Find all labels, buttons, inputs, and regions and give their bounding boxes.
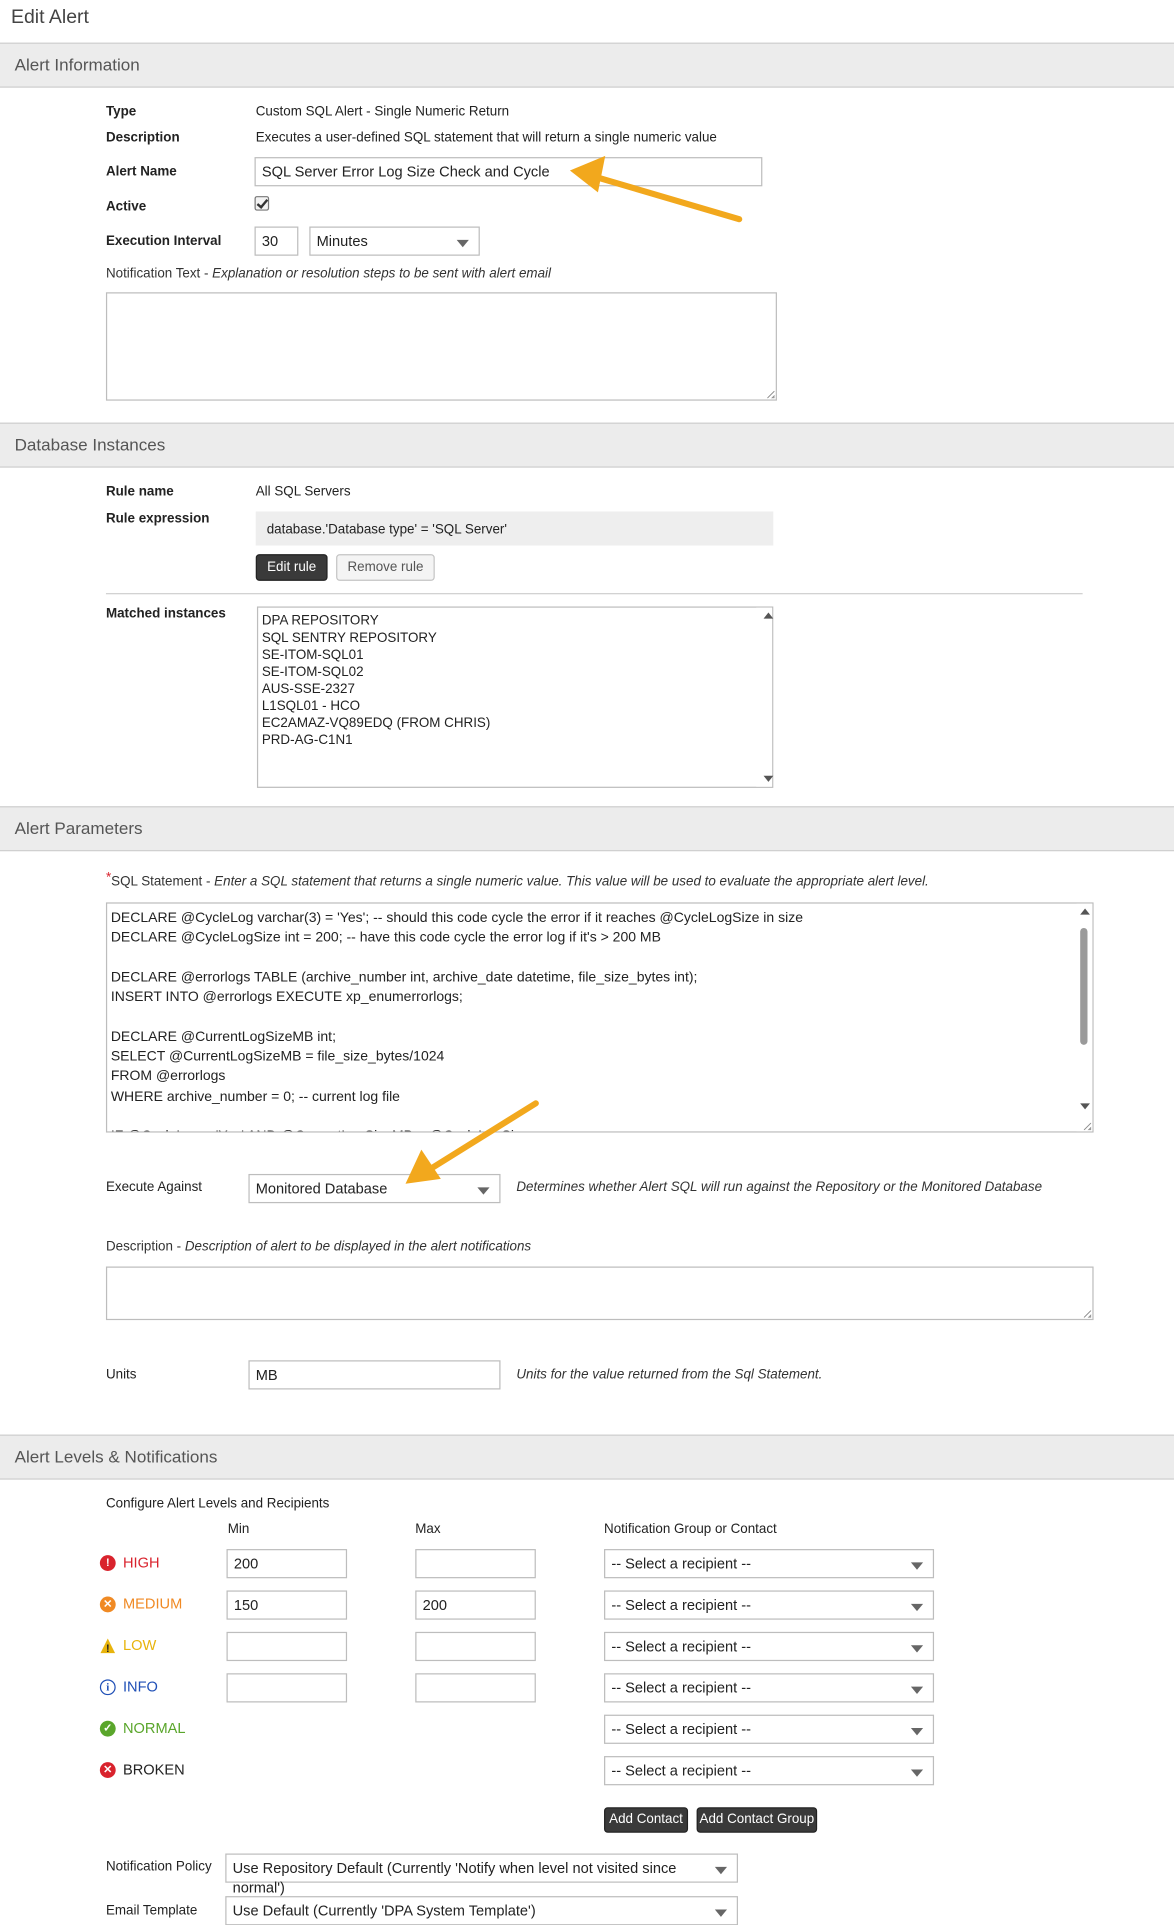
annotation-arrow-execute-against [405, 1100, 539, 1184]
annotation-arrows [405, 155, 743, 1184]
edit-alert-page: Edit Alert Alert Information Type Custom… [0, 0, 1174, 1925]
annotation-arrow-alert-name [569, 155, 743, 223]
